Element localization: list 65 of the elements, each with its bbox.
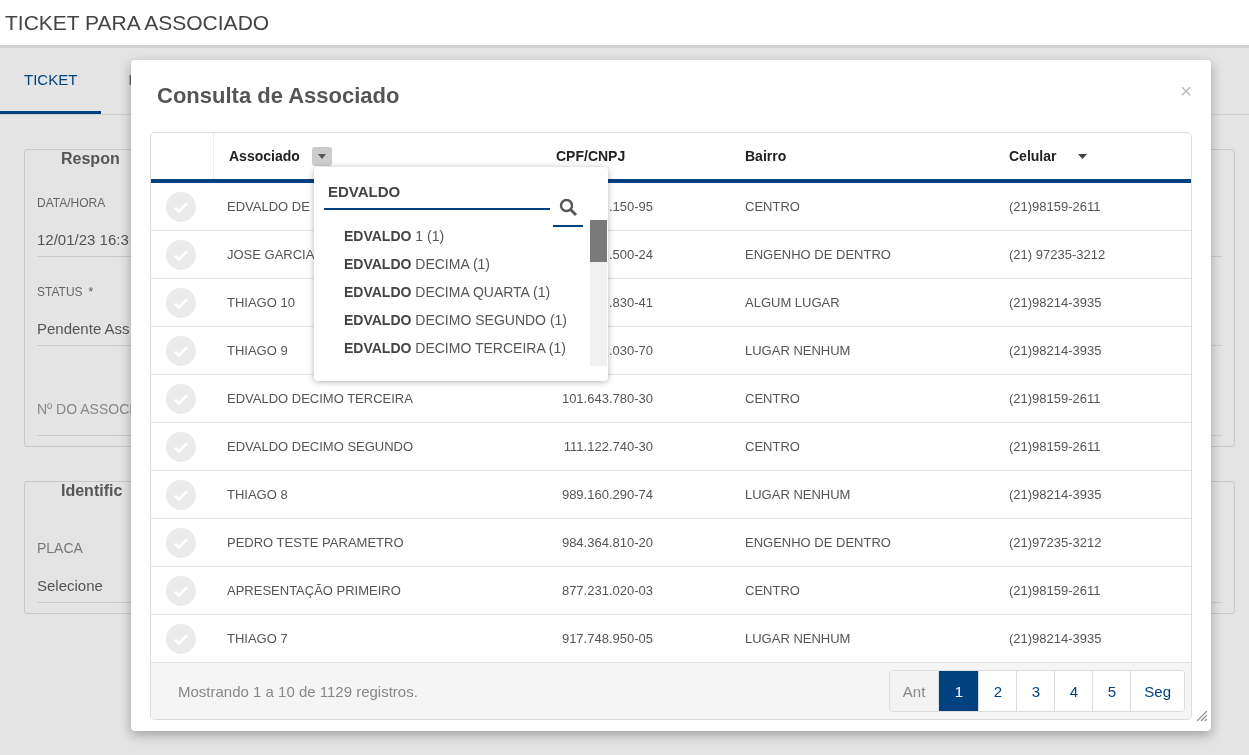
table-cell: (21)98159-2611 [1009,199,1101,214]
table-cell: LUGAR NENHUM [745,343,851,358]
table-cell: (21)98214-3935 [1009,343,1102,358]
table-cell: LUGAR NENHUM [745,631,851,646]
column-header[interactable]: CPF/CNPJ [556,148,626,164]
caret-icon [317,153,326,159]
table-cell: CENTRO [745,583,800,598]
table-cell: CENTRO [745,439,800,454]
table-cell: 984.364.810-20 [561,535,653,550]
option-item[interactable]: EDVALDO DECIMO SEGUNDO (1) [344,312,590,340]
table-cell: .030-70 [608,343,653,358]
table-cell: ENGENHO DE DENTRO [745,535,891,550]
field-label: PLACA [37,540,83,556]
table-cell: EDVALDO DE [227,199,310,214]
table-cell: 989.160.290-74 [561,487,653,502]
option-item[interactable]: EDVALDO DECIMA (1) [344,256,590,284]
tab[interactable]: TICKET [0,48,102,114]
table-cell: (21)98159-2611 [1009,391,1101,406]
table-cell: (21)98214-3935 [1009,631,1102,646]
scrollbar[interactable] [590,220,607,366]
page-button[interactable]: 1 [938,671,979,711]
resize-grip-icon [1197,711,1207,721]
column-header[interactable]: Bairro [745,148,787,164]
table-cell: EDVALDO DECIMO TERCEIRA [227,391,413,406]
column-header[interactable]: Celular [1009,148,1057,164]
table-cell: ENGENHO DE DENTRO [745,247,891,262]
table-cell: 917.748.950-05 [561,631,653,646]
table-cell: (21)97235-3212 [1009,535,1102,550]
search-icon [559,198,577,216]
table-cell: (21) 97235-3212 [1009,247,1106,262]
table-cell: 111.122.740-30 [563,439,653,454]
option-item[interactable]: EDVALDO 1 (1) [344,228,590,256]
table-cell: .500-24 [608,247,653,262]
table-cell: (21)98159-2611 [1009,439,1101,454]
table-cell: APRESENTAÇÃO PRIMEIRO [227,583,401,598]
table-cell: (21)98159-2611 [1009,583,1101,598]
record-count: Mostrando 1 a 10 de 1129 registros. [178,682,418,700]
table-cell: THIAGO 10 [227,295,295,310]
table-cell: .830-41 [608,295,653,310]
table-cell: ALGUM LUGAR [745,295,840,310]
field-label: STATUS [37,285,83,299]
table-cell: .150-95 [608,199,653,214]
table-cell: CENTRO [745,391,800,406]
table-cell: CENTRO [745,199,800,214]
field-label: DATA/HORA [37,196,106,210]
table-cell: THIAGO 8 [227,487,288,502]
table-cell: JOSE GARCIA [227,247,315,262]
table-cell: (21)98214-3935 [1009,487,1102,502]
dialog-title: Consulta de Associado [156,83,400,109]
filter-button[interactable] [311,146,332,166]
table-cell: LUGAR NENHUM [745,487,851,502]
required-mark: * [88,285,94,299]
column-header[interactable]: Associado [229,148,300,164]
scrollbar-thumb[interactable] [590,220,607,262]
table-cell: THIAGO 7 [227,631,288,646]
option-item[interactable]: EDVALDO DECIMO TERCEIRA (1) [344,340,590,366]
page-title: TICKET PARA ASSOCIADO [4,10,270,35]
table-cell: THIAGO 9 [227,343,288,358]
table-cell: 877.231.020-03 [561,583,653,598]
table-cell: PEDRO TESTE PARAMETRO [227,535,404,550]
table-cell: 101.643.780-30 [561,391,653,406]
table-cell: (21)98214-3935 [1009,295,1102,310]
option-item[interactable]: EDVALDO DECIMA QUARTA (1) [344,284,590,312]
page-button[interactable]: Seg [1130,671,1184,711]
table-cell: EDVALDO DECIMO SEGUNDO [227,439,414,454]
